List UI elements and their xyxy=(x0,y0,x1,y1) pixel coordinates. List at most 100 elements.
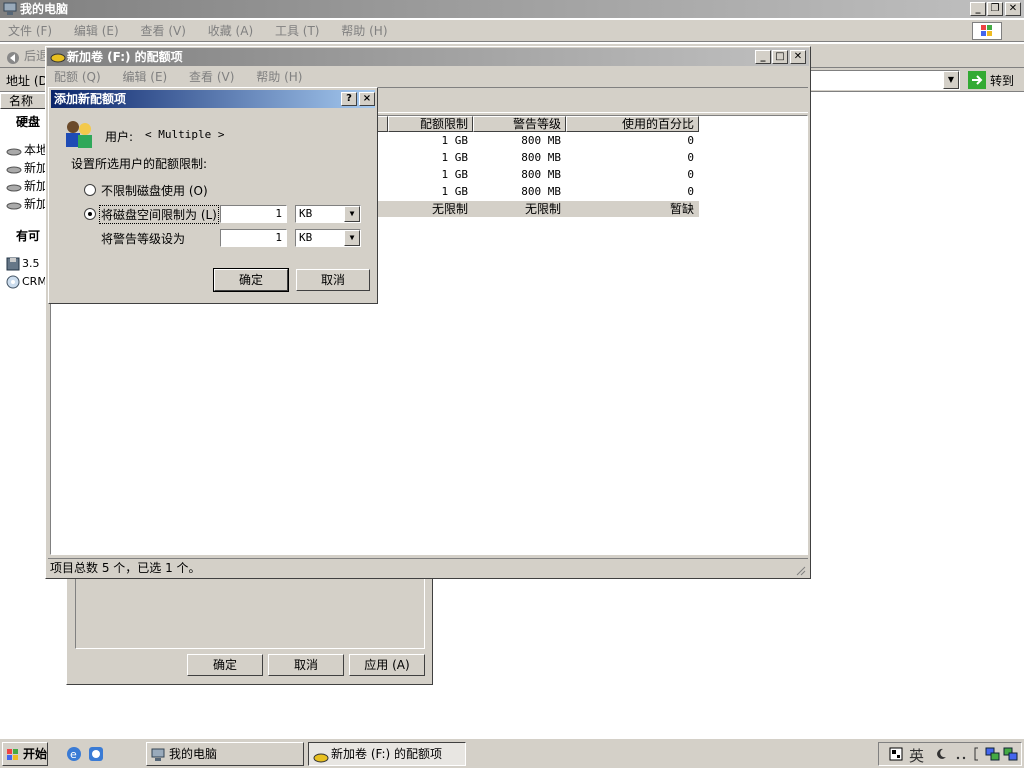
row-warn: 800 MB xyxy=(521,134,561,147)
resize-grip-icon[interactable] xyxy=(794,563,806,576)
add-dialog-title: 添加新配额项 xyxy=(54,92,127,106)
unlimited-radio[interactable] xyxy=(84,184,96,196)
ok-button[interactable]: 确定 xyxy=(213,268,289,292)
chevron-down-icon[interactable]: ▼ xyxy=(344,206,360,222)
limit-radio[interactable] xyxy=(84,208,96,220)
taskbar: 开始 e 我的电脑 新加卷 (F:) 的配额项 英 xyxy=(0,738,1024,768)
close-button[interactable]: ✕ xyxy=(1005,2,1021,16)
menu-edit[interactable]: 编辑 (E) xyxy=(74,24,119,38)
address-dropdown-button[interactable]: ▼ xyxy=(943,71,959,89)
cancel-button[interactable]: 取消 xyxy=(296,269,370,291)
cd-item[interactable]: CRM xyxy=(22,275,47,288)
column-quota-limit[interactable]: 配额限制 xyxy=(388,116,473,132)
limit-unit-select[interactable]: KB ▼ xyxy=(295,205,361,223)
row-pct: 0 xyxy=(687,151,694,164)
drive-icon xyxy=(313,749,329,763)
warning-unit-select[interactable]: KB ▼ xyxy=(295,229,361,247)
row-warn: 800 MB xyxy=(521,185,561,198)
menu-tools[interactable]: 工具 (T) xyxy=(275,24,320,38)
task-quota-entries[interactable]: 新加卷 (F:) 的配额项 xyxy=(308,742,466,766)
row-limit: 无限制 xyxy=(431,202,468,216)
row-pct: 0 xyxy=(687,185,694,198)
address-input[interactable]: ▼ xyxy=(810,70,960,90)
task-my-computer[interactable]: 我的电脑 xyxy=(146,742,304,766)
minimize-button[interactable]: _ xyxy=(755,50,771,64)
menu-quota[interactable]: 配额 (Q) xyxy=(54,70,101,84)
punctuation-icon[interactable] xyxy=(955,749,967,761)
windows-logo-icon xyxy=(972,22,1002,40)
user-value: < Multiple > xyxy=(145,128,225,141)
drive-icon xyxy=(50,51,66,63)
menu-view[interactable]: 查看 (V) xyxy=(141,24,186,38)
soft-keyboard-icon[interactable] xyxy=(973,747,979,761)
explorer-title: 我的电脑 xyxy=(20,2,69,16)
computer-icon xyxy=(3,2,17,16)
column-percent-used[interactable]: 使用的百分比 xyxy=(566,116,699,132)
row-limit: 1 GB xyxy=(441,151,469,164)
props-apply-button[interactable]: 应用 (A) xyxy=(349,654,425,676)
quota-title: 新加卷 (F:) 的配额项 xyxy=(67,50,183,64)
instruction-text: 设置所选用户的配额限制: xyxy=(71,157,208,171)
props-cancel-button[interactable]: 取消 xyxy=(268,654,344,676)
floppy-icon xyxy=(6,257,20,271)
restore-button[interactable]: ❐ xyxy=(987,2,1003,16)
row-warn: 800 MB xyxy=(521,168,561,181)
section-hard-disks: 硬盘 xyxy=(16,115,41,129)
quota-menubar: 配额 (Q) 编辑 (E) 查看 (V) 帮助 (H) xyxy=(54,68,320,86)
ime-language-text[interactable]: 英 xyxy=(909,745,924,766)
help-button[interactable]: ? xyxy=(341,92,357,106)
row-warn: 800 MB xyxy=(521,151,561,164)
section-removable: 有可 xyxy=(16,229,41,243)
drive-icon xyxy=(6,163,22,174)
add-quota-entry-dialog: 添加新配额项 ? × 用户: < Multiple > 设置所选用户的配额限制:… xyxy=(48,87,378,304)
menu-edit[interactable]: 编辑 (E) xyxy=(122,70,167,84)
close-button[interactable]: × xyxy=(359,92,375,106)
status-text: 项目总数 5 个，已选 1 个。 xyxy=(50,561,201,575)
go-arrow-icon[interactable] xyxy=(968,71,986,89)
explorer-left-list: 硬盘 本地 新加 新加 新加 有可 3.5 CRM xyxy=(0,93,48,738)
system-tray: 英 xyxy=(878,742,1022,766)
row-limit: 1 GB xyxy=(441,185,469,198)
menu-help[interactable]: 帮助 (H) xyxy=(341,24,387,38)
input-method-icon[interactable] xyxy=(889,747,903,761)
column-warning-level[interactable]: 警告等级 xyxy=(473,116,566,132)
go-button-label[interactable]: 转到 xyxy=(990,72,1014,89)
quota-titlebar[interactable]: 新加卷 (F:) 的配额项 _ □ ✕ xyxy=(47,48,809,66)
warning-level-label: 将警告等级设为 xyxy=(101,232,186,246)
maximize-button[interactable]: □ xyxy=(772,50,788,64)
svg-text:e: e xyxy=(70,748,77,761)
warning-input[interactable]: 1 xyxy=(220,229,287,247)
start-button[interactable]: 开始 xyxy=(2,742,48,766)
network-icon[interactable] xyxy=(1003,746,1019,762)
back-arrow-icon[interactable] xyxy=(6,49,20,64)
users-icon xyxy=(61,118,95,150)
computer-icon xyxy=(151,747,165,761)
row-pct: 0 xyxy=(687,168,694,181)
menu-favorites[interactable]: 收藏 (A) xyxy=(208,24,253,38)
status-bar: 项目总数 5 个，已选 1 个。 xyxy=(48,558,808,577)
chevron-down-icon[interactable]: ▼ xyxy=(344,230,360,246)
explorer-menubar: 文件 (F) 编辑 (E) 查看 (V) 收藏 (A) 工具 (T) 帮助 (H… xyxy=(0,20,1024,42)
add-dialog-titlebar[interactable]: 添加新配额项 ? × xyxy=(51,90,375,108)
internet-explorer-icon[interactable]: e xyxy=(66,746,82,762)
limit-radio-label[interactable]: 将磁盘空间限制为 (L) xyxy=(99,205,219,224)
moon-icon[interactable] xyxy=(935,748,947,760)
explorer-titlebar[interactable]: 我的电脑 _ ❐ ✕ xyxy=(0,0,1024,18)
drive-icon xyxy=(6,199,22,210)
outlook-express-icon[interactable] xyxy=(88,746,104,762)
network-icon[interactable] xyxy=(985,746,1001,762)
drive-icon xyxy=(6,145,22,156)
close-button[interactable]: ✕ xyxy=(790,50,806,64)
menu-view[interactable]: 查看 (V) xyxy=(189,70,234,84)
cd-drive-icon xyxy=(6,275,20,289)
row-pct: 暂缺 xyxy=(669,202,694,216)
unlimited-radio-label[interactable]: 不限制磁盘使用 (O) xyxy=(101,182,208,199)
props-ok-button[interactable]: 确定 xyxy=(187,654,263,676)
drive-icon xyxy=(6,181,22,192)
menu-file[interactable]: 文件 (F) xyxy=(8,24,52,38)
minimize-button[interactable]: _ xyxy=(970,2,986,16)
menu-help[interactable]: 帮助 (H) xyxy=(256,70,302,84)
floppy-item[interactable]: 3.5 xyxy=(22,257,40,270)
row-limit: 1 GB xyxy=(441,134,469,147)
limit-input[interactable]: 1 xyxy=(220,205,287,223)
